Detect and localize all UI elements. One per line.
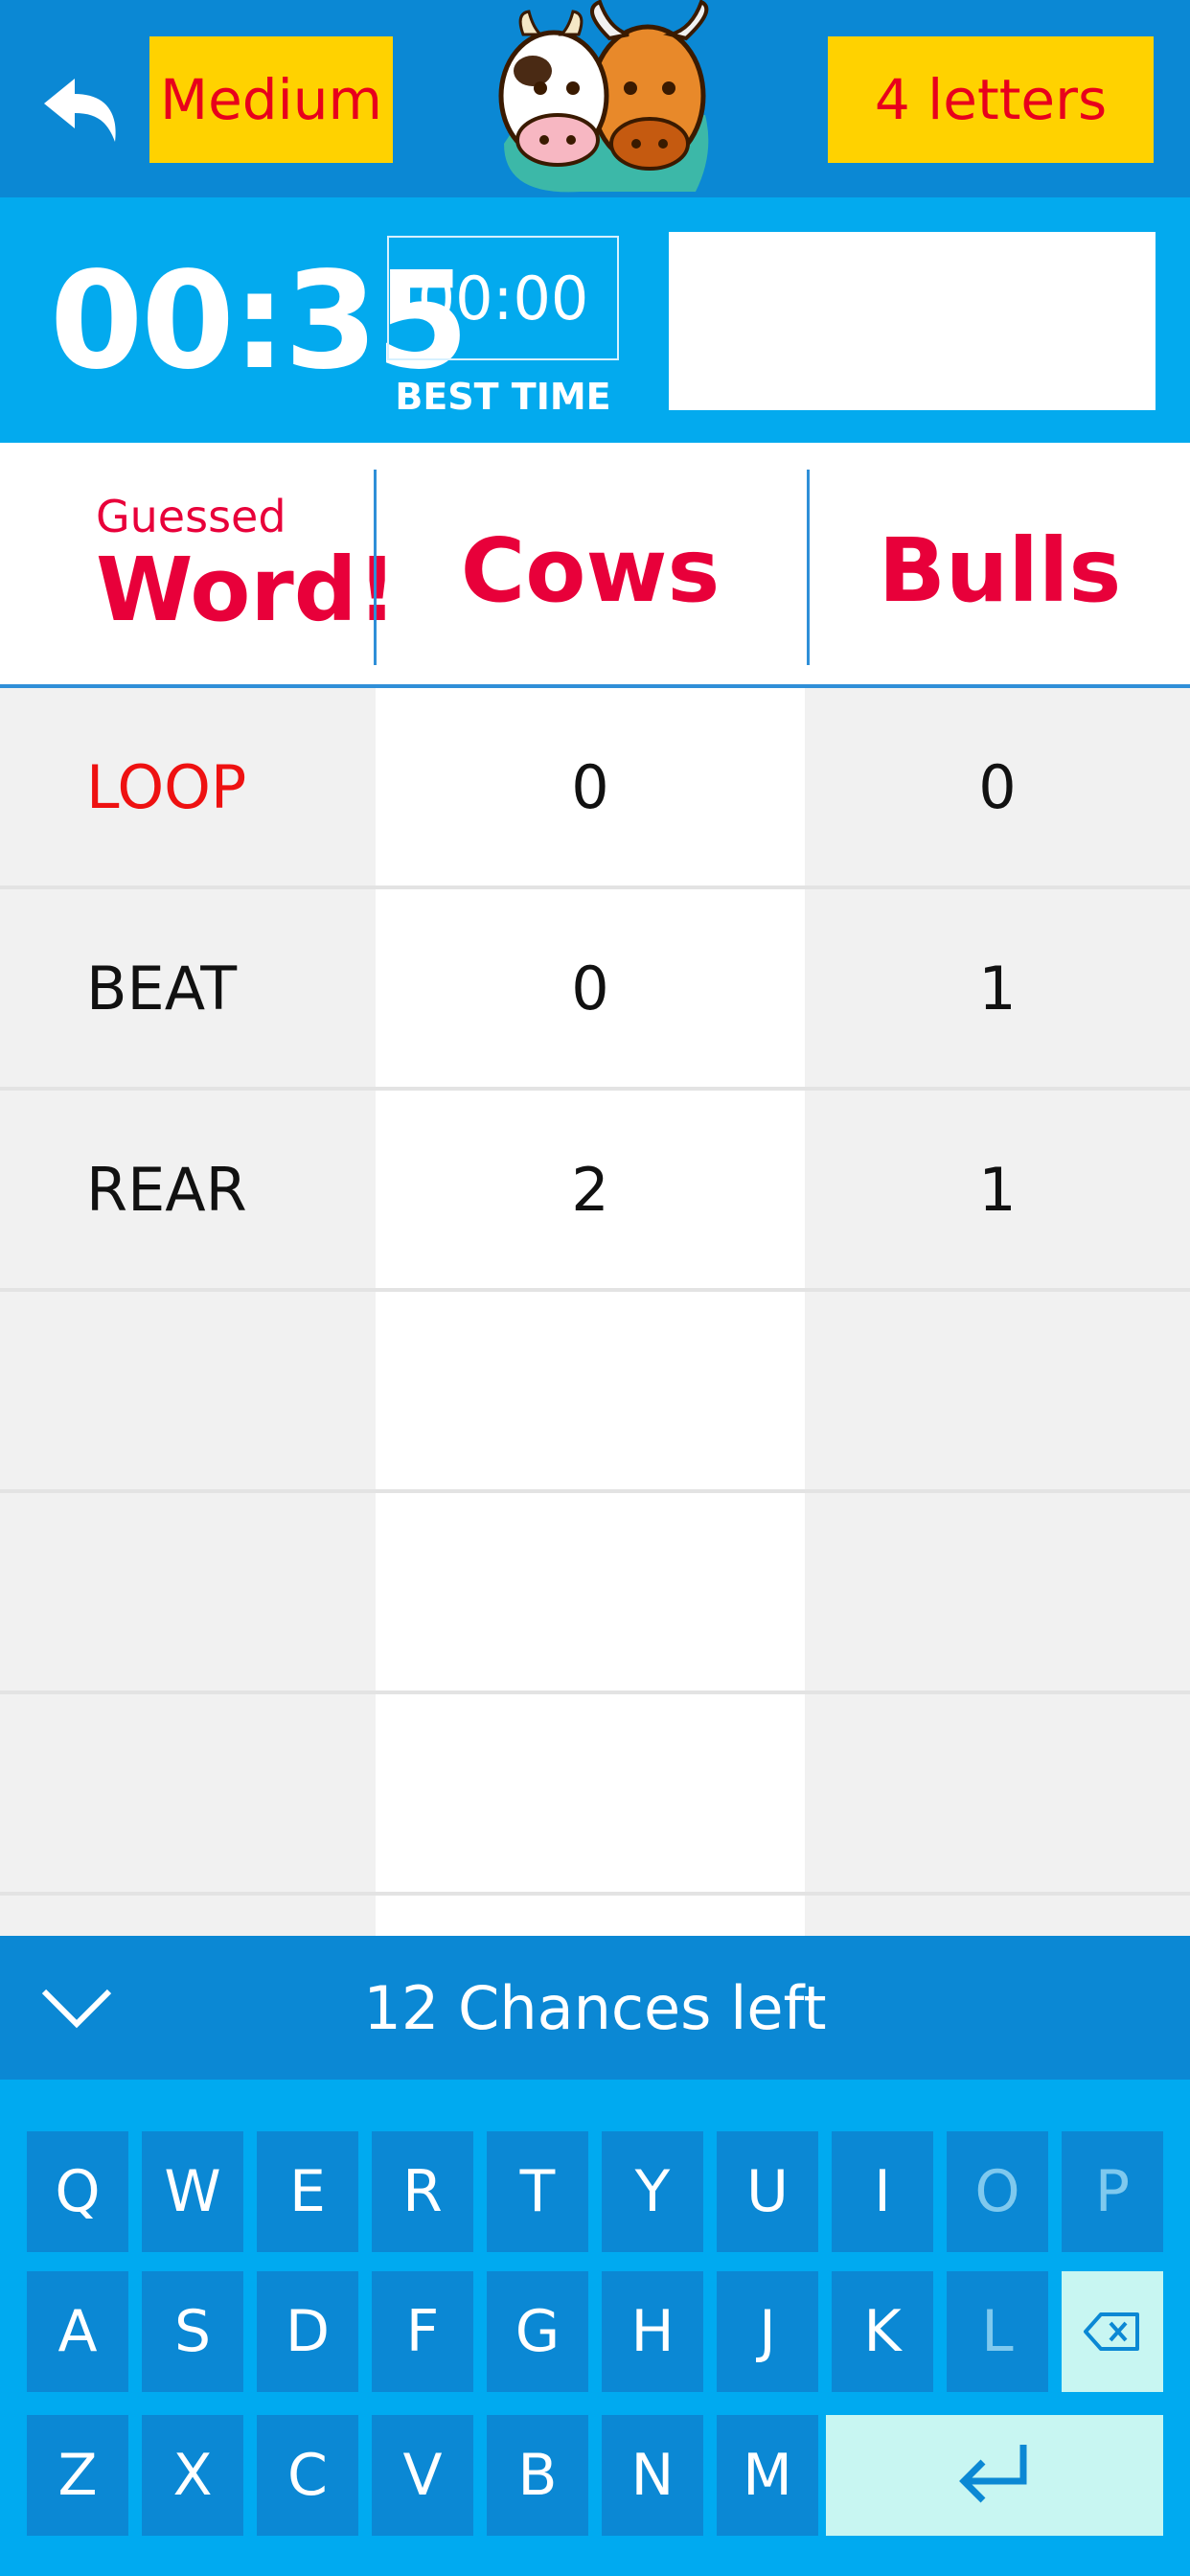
key-d[interactable]: D xyxy=(257,2271,358,2392)
key-z[interactable]: Z xyxy=(27,2415,128,2536)
table-row: REAR 2 1 xyxy=(0,1091,1190,1292)
key-t[interactable]: T xyxy=(487,2131,588,2252)
cows-count: 2 xyxy=(571,1154,609,1225)
key-c[interactable]: C xyxy=(257,2415,358,2536)
key-e[interactable]: E xyxy=(257,2131,358,2252)
cows-count: 0 xyxy=(571,953,609,1024)
cows-count: 0 xyxy=(571,751,609,822)
key-n[interactable]: N xyxy=(602,2415,703,2536)
best-time-value: 00:00 xyxy=(387,236,619,360)
guess-table: LOOP 0 0 BEAT 0 1 REAR 2 1 xyxy=(0,688,1190,1936)
enter-key[interactable] xyxy=(826,2415,1163,2536)
key-w[interactable]: W xyxy=(142,2131,243,2252)
empty-row xyxy=(0,1694,1190,1896)
current-guess-display xyxy=(669,232,1156,410)
top-bar: Medium 4 letters xyxy=(0,0,1190,197)
key-u[interactable]: U xyxy=(717,2131,818,2252)
keyboard: Q W E R T Y U I O P A S D F G H J K L Z … xyxy=(0,2080,1190,2576)
guessed-word-header-small: Guessed xyxy=(96,491,286,542)
key-s[interactable]: S xyxy=(142,2271,243,2392)
guessed-word-header: Word! xyxy=(96,539,398,641)
key-f[interactable]: F xyxy=(372,2271,473,2392)
key-a[interactable]: A xyxy=(27,2271,128,2392)
key-b[interactable]: B xyxy=(487,2415,588,2536)
cow-and-bull-logo xyxy=(498,0,709,193)
difficulty-button[interactable]: Medium xyxy=(149,36,393,163)
empty-row xyxy=(0,1292,1190,1493)
key-i[interactable]: I xyxy=(832,2131,933,2252)
word-length-button[interactable]: 4 letters xyxy=(828,36,1154,163)
key-q[interactable]: Q xyxy=(27,2131,128,2252)
chances-bar: 12 Chances left xyxy=(0,1936,1190,2080)
key-o[interactable]: O xyxy=(947,2131,1048,2252)
best-time-label: BEST TIME xyxy=(395,376,611,418)
key-r[interactable]: R xyxy=(372,2131,473,2252)
back-button[interactable] xyxy=(36,58,132,153)
backspace-key[interactable] xyxy=(1062,2271,1163,2392)
chevron-down-icon xyxy=(41,1989,112,2029)
key-p[interactable]: P xyxy=(1062,2131,1163,2252)
empty-row xyxy=(0,1493,1190,1694)
enter-icon xyxy=(959,2445,1027,2503)
key-h[interactable]: H xyxy=(602,2271,703,2392)
undo-arrow-icon xyxy=(44,79,116,142)
guessed-word: REAR xyxy=(86,1154,247,1225)
chances-left-text: 12 Chances left xyxy=(363,1972,827,2043)
table-row: BEAT 0 1 xyxy=(0,889,1190,1091)
backspace-icon xyxy=(1084,2312,1139,2351)
key-j[interactable]: J xyxy=(717,2271,818,2392)
key-k[interactable]: K xyxy=(832,2271,933,2392)
key-m[interactable]: M xyxy=(717,2415,818,2536)
timer-bar: 00:35 00:00 BEST TIME xyxy=(0,197,1190,443)
guessed-word: LOOP xyxy=(86,751,247,822)
bulls-count: 1 xyxy=(978,1154,1017,1225)
bulls-count: 1 xyxy=(978,953,1017,1024)
bulls-header: Bulls xyxy=(878,519,1122,622)
table-row: LOOP 0 0 xyxy=(0,688,1190,889)
cows-header: Cows xyxy=(460,519,721,622)
table-header: Guessed Word! Cows Bulls xyxy=(0,443,1190,688)
key-v[interactable]: V xyxy=(372,2415,473,2536)
key-l[interactable]: L xyxy=(947,2271,1048,2392)
key-y[interactable]: Y xyxy=(602,2131,703,2252)
key-g[interactable]: G xyxy=(487,2271,588,2392)
bulls-count: 0 xyxy=(978,751,1017,822)
key-x[interactable]: X xyxy=(142,2415,243,2536)
guessed-word: BEAT xyxy=(86,953,238,1024)
collapse-keyboard-button[interactable] xyxy=(38,1974,115,2041)
